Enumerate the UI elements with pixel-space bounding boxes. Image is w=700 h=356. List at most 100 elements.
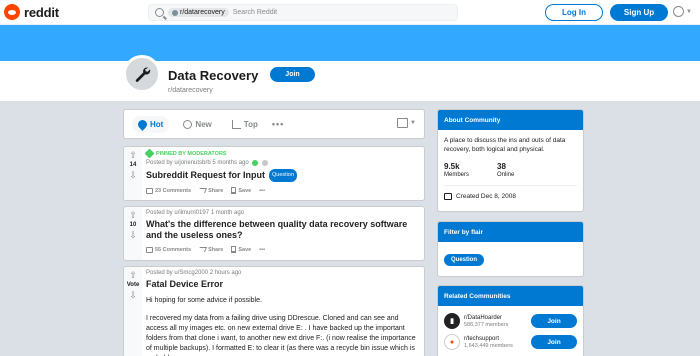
cake-icon xyxy=(444,193,452,200)
award-icon xyxy=(261,160,268,166)
search-chip-label: r/datarecovery xyxy=(180,9,225,16)
post-author-time[interactable]: Posted by u/jonenutsbrb 5 months ago xyxy=(146,160,249,166)
post-flair[interactable]: Question xyxy=(269,169,298,182)
community-chip-icon xyxy=(172,9,178,16)
downvote-icon[interactable]: ⇩ xyxy=(129,290,137,300)
upvote-icon[interactable]: ⇧ xyxy=(129,270,137,280)
flair-question-button[interactable]: Question xyxy=(444,254,485,266)
save-label: Save xyxy=(238,187,252,194)
vote-column: ⇧ 14 ⇩ xyxy=(124,147,142,200)
pinned-indicator: PINNED BY MODERATORS xyxy=(144,148,418,159)
post-title[interactable]: Fatal Device Error xyxy=(146,279,418,290)
view-layout-toggle[interactable]: ▼ xyxy=(397,118,416,128)
more-options-button[interactable]: ••• xyxy=(259,247,265,253)
post-content: Posted by u/Smcg2000 2 hours ago Fatal D… xyxy=(146,270,418,356)
related-communities-widget: Related Communities ▮ r/DataHoarder 586,… xyxy=(437,285,584,356)
post-author-time[interactable]: Posted by u/Smcg2000 2 hours ago xyxy=(146,270,241,276)
sort-top-label: Top xyxy=(243,119,258,129)
logo-text: reddit xyxy=(24,4,59,20)
reddit-logo[interactable]: reddit xyxy=(4,4,59,20)
community-name: r/datarecovery xyxy=(168,87,213,94)
community-banner xyxy=(0,25,700,61)
bookmark-icon xyxy=(231,187,237,194)
sort-bar: Hot New Top ••• ▼ xyxy=(123,109,425,139)
share-button[interactable]: Share xyxy=(198,246,224,253)
share-button[interactable]: Share xyxy=(198,188,223,194)
downvote-icon[interactable]: ⇩ xyxy=(129,170,137,180)
vote-column: ⇧ 10 ⇩ xyxy=(124,207,142,260)
search-community-chip[interactable]: r/datarecovery xyxy=(168,8,229,17)
share-icon xyxy=(198,188,207,193)
post-title[interactable]: Subreddit Request for Input Question xyxy=(146,169,418,182)
datahoarder-avatar[interactable]: ▮ xyxy=(444,313,460,329)
post-actions: 23 Comments Share Save ••• xyxy=(146,187,418,194)
sort-new-button[interactable]: New xyxy=(177,116,217,133)
bookmark-icon xyxy=(231,246,237,253)
user-menu[interactable]: ▼ xyxy=(673,6,692,17)
share-icon xyxy=(198,247,207,252)
post-author-time[interactable]: Posted by u/ilmurri0197 1 month ago xyxy=(146,210,244,216)
chart-icon xyxy=(231,119,241,129)
comments-button[interactable]: 23 Comments xyxy=(146,187,192,194)
save-button[interactable]: Save xyxy=(231,246,251,253)
sort-top-button[interactable]: Top xyxy=(226,116,264,133)
search-bar[interactable]: r/datarecovery Search Reddit xyxy=(148,4,458,21)
comments-button[interactable]: 55 Comments xyxy=(146,246,191,253)
community-title: Data Recovery xyxy=(168,68,259,83)
post-title[interactable]: What's the difference between quality da… xyxy=(146,219,418,241)
sparkle-icon xyxy=(183,119,193,129)
post-meta: Posted by u/ilmurri0197 1 month ago xyxy=(146,210,418,216)
reddit-alien-icon xyxy=(4,4,20,20)
community-description: A place to discuss the ins and outs of d… xyxy=(444,137,566,153)
online-count: 38 xyxy=(497,162,506,171)
flame-icon xyxy=(136,117,149,131)
wrench-icon xyxy=(135,67,151,82)
moderator-badge-icon xyxy=(251,160,258,166)
about-community-widget: About Community A place to discuss the i… xyxy=(437,109,584,212)
share-label: Share xyxy=(208,246,224,253)
save-button[interactable]: Save xyxy=(231,187,251,194)
pin-icon xyxy=(144,148,155,159)
post-meta: Posted by u/jonenutsbrb 5 months ago xyxy=(146,160,418,166)
widget-heading: About Community xyxy=(438,110,583,130)
downvote-icon[interactable]: ⇩ xyxy=(129,230,137,240)
join-community-button[interactable]: Join xyxy=(270,67,315,82)
more-sort-options-button[interactable]: ••• xyxy=(272,119,284,129)
techsupport-avatar[interactable]: ● xyxy=(444,334,460,350)
sort-new-label: New xyxy=(195,119,212,129)
save-label: Save xyxy=(238,246,252,253)
join-related-button[interactable]: Join xyxy=(531,335,577,349)
related-community-name[interactable]: r/techsupport xyxy=(464,336,513,342)
sort-hot-button[interactable]: Hot xyxy=(132,115,170,133)
members-count: 9.5k xyxy=(444,162,460,171)
divider xyxy=(444,185,577,186)
post-title-text: Subreddit Request for Input xyxy=(146,170,265,180)
card-view-icon xyxy=(397,118,409,128)
pinned-label: PINNED BY MODERATORS xyxy=(156,150,227,157)
widget-heading: Related Communities xyxy=(438,286,583,306)
join-related-button[interactable]: Join xyxy=(531,314,577,328)
comments-label: 23 Comments xyxy=(155,187,192,194)
related-community-members: 1,643,449 members xyxy=(464,342,513,349)
upvote-icon[interactable]: ⇧ xyxy=(129,210,137,220)
sort-hot-label: Hot xyxy=(150,119,164,129)
post-card[interactable]: ⇧ 10 ⇩ Posted by u/ilmurri0197 1 month a… xyxy=(123,206,425,261)
related-community-item: ▮ r/DataHoarder 586,377 members Join xyxy=(444,313,577,329)
more-options-button[interactable]: ••• xyxy=(259,188,265,194)
widget-heading: Filter by flair xyxy=(438,222,583,242)
post-card[interactable]: ⇧ Vote ⇩ Posted by u/Smcg2000 2 hours ag… xyxy=(123,266,425,356)
related-community-name[interactable]: r/DataHoarder xyxy=(464,315,508,321)
upvote-icon[interactable]: ⇧ xyxy=(129,150,137,160)
comment-icon xyxy=(146,246,153,253)
login-button[interactable]: Log In xyxy=(545,4,603,21)
post-card[interactable]: ⇧ 14 ⇩ PINNED BY MODERATORS Posted by u/… xyxy=(123,146,425,201)
post-meta: Posted by u/Smcg2000 2 hours ago xyxy=(146,270,418,276)
post-paragraph: Hi hoping for some advice if possible. xyxy=(146,297,262,304)
signup-button[interactable]: Sign Up xyxy=(610,4,668,21)
created-date: Created Dec 8, 2008 xyxy=(444,193,577,200)
post-text: Hi hoping for some advice if possible. I… xyxy=(146,296,418,356)
filter-by-flair-widget: Filter by flair Question xyxy=(437,221,584,277)
members-label: Members xyxy=(444,172,470,178)
user-icon xyxy=(673,6,684,17)
search-input[interactable]: Search Reddit xyxy=(233,9,277,16)
